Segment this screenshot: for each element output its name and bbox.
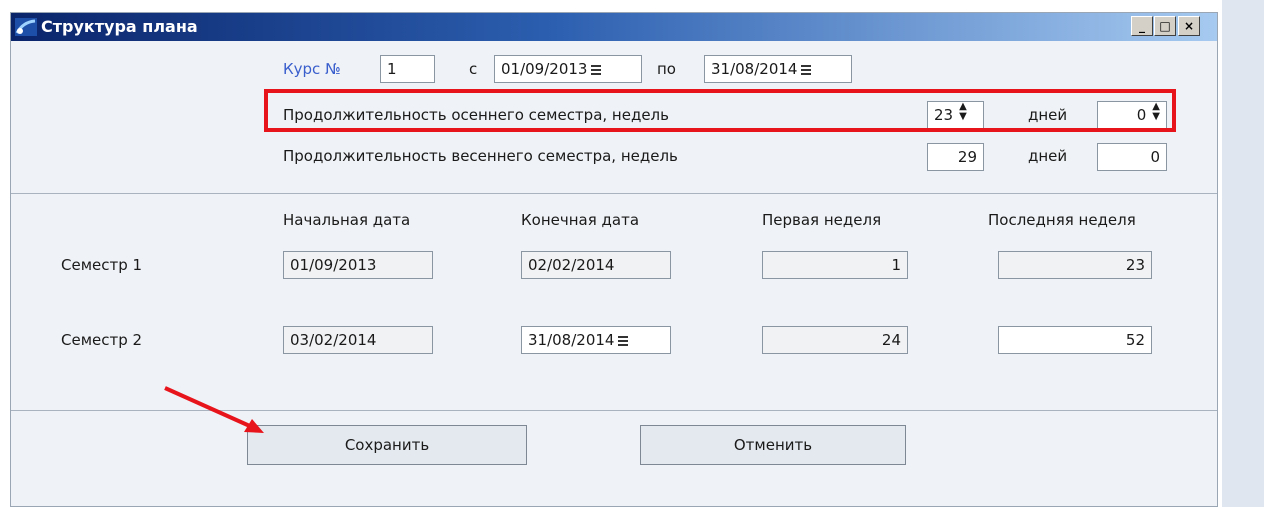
semester-1-label: Семестр 1 xyxy=(61,256,143,274)
semester-1-start-date: 01/09/2013 xyxy=(283,251,433,279)
spinner-icon[interactable]: ▲ ▼ xyxy=(1152,102,1160,122)
app-icon xyxy=(15,18,37,36)
column-first-week: Первая неделя xyxy=(762,211,882,229)
save-button[interactable]: Сохранить xyxy=(247,425,527,465)
autumn-weeks-value: 23 xyxy=(934,106,954,124)
from-label: с xyxy=(469,60,478,78)
to-date-value: 31/08/2014 xyxy=(711,60,798,78)
autumn-days-label: дней xyxy=(1028,106,1068,124)
spring-duration-label: Продолжительность весеннего семестра, не… xyxy=(283,147,678,165)
autumn-weeks-spinner[interactable]: 23 ▲ ▼ xyxy=(927,101,984,129)
minimize-button[interactable]: _ xyxy=(1131,16,1153,36)
header-section: Курс № 1 с 01/09/2013 по 31/08/2014 Прод… xyxy=(11,41,1217,194)
semester-2-last-week-field[interactable]: 52 xyxy=(998,326,1152,354)
spinner-icon[interactable]: ▲ ▼ xyxy=(959,102,967,122)
background-strip xyxy=(1222,0,1264,507)
semester-2-label: Семестр 2 xyxy=(61,331,143,349)
column-start-date: Начальная дата xyxy=(283,211,411,229)
spring-weeks-field[interactable]: 29 xyxy=(927,143,984,171)
calendar-icon[interactable] xyxy=(618,336,629,346)
spring-days-label: дней xyxy=(1028,147,1068,165)
to-label: по xyxy=(657,60,676,78)
title-bar[interactable]: Структура плана _ □ × xyxy=(11,13,1217,41)
semester-2-end-date-value: 31/08/2014 xyxy=(528,331,615,349)
semester-1-last-week: 23 xyxy=(998,251,1152,279)
window-title: Структура плана xyxy=(41,17,198,36)
to-date-field[interactable]: 31/08/2014 xyxy=(704,55,852,83)
calendar-icon[interactable] xyxy=(801,65,812,75)
autumn-duration-label: Продолжительность осеннего семестра, нед… xyxy=(283,106,669,124)
arrow-annotation xyxy=(164,386,264,433)
semester-2-first-week: 24 xyxy=(762,326,908,354)
maximize-button[interactable]: □ xyxy=(1154,16,1176,36)
course-label: Курс № xyxy=(283,60,341,78)
close-button[interactable]: × xyxy=(1178,16,1200,36)
calendar-icon[interactable] xyxy=(591,65,602,75)
semester-table-section: Начальная дата Конечная дата Первая неде… xyxy=(11,194,1217,411)
semester-2-end-date-field[interactable]: 31/08/2014 xyxy=(521,326,671,354)
from-date-field[interactable]: 01/09/2013 xyxy=(494,55,642,83)
semester-1-first-week: 1 xyxy=(762,251,908,279)
from-date-value: 01/09/2013 xyxy=(501,60,588,78)
column-end-date: Конечная дата xyxy=(521,211,640,229)
semester-2-start-date: 03/02/2014 xyxy=(283,326,433,354)
course-number-field[interactable]: 1 xyxy=(380,55,435,83)
semester-1-end-date: 02/02/2014 xyxy=(521,251,671,279)
autumn-days-spinner[interactable]: 0 ▲ ▼ xyxy=(1097,101,1167,129)
cancel-button[interactable]: Отменить xyxy=(640,425,906,465)
column-last-week: Последняя неделя xyxy=(988,211,1136,229)
autumn-days-value: 0 xyxy=(1136,106,1147,124)
spring-days-field[interactable]: 0 xyxy=(1097,143,1167,171)
